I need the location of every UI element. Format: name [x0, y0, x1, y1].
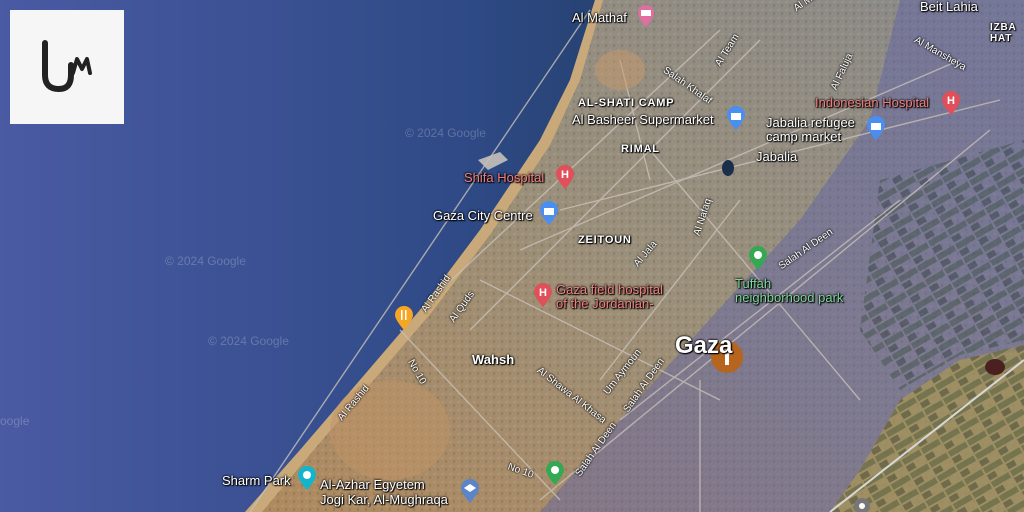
sand-patch: [330, 380, 450, 480]
place-label-jabalia[interactable]: Jabalia: [756, 150, 797, 164]
hospital-pin-icon[interactable]: H: [532, 282, 554, 308]
brand-logo: [42, 40, 92, 93]
museum-pin-icon[interactable]: [636, 4, 656, 28]
map-watermark: © 2024 Google: [208, 334, 289, 348]
place-label-beit-lahia[interactable]: Beit Lahia: [920, 0, 978, 14]
place-label-izbat[interactable]: IZBA HAT: [990, 22, 1017, 44]
place-label-indonesian-hospital[interactable]: Indonesian Hospital: [815, 96, 929, 110]
place-label-al-basheer-supermarket[interactable]: Al Basheer Supermarket: [572, 113, 714, 127]
place-label-jabalia-camp-market[interactable]: Jabalia refugee camp market: [766, 116, 855, 144]
sand-patch-north: [595, 50, 645, 90]
place-label-gaza-city-centre[interactable]: Gaza City Centre: [433, 209, 533, 223]
place-label-al-shati-camp[interactable]: AL-SHATI CAMP: [578, 96, 674, 110]
place-label-zeitoun[interactable]: ZEITOUN: [578, 233, 632, 247]
place-label-sharm-park[interactable]: Sharm Park: [222, 474, 291, 488]
satellite-map[interactable]: [0, 0, 1024, 512]
place-label-gaza[interactable]: Gaza: [675, 333, 732, 359]
place-label-gaza-field-hospital[interactable]: Gaza field hospital of the Jordanian-: [556, 283, 663, 311]
place-label-tuffah-park[interactable]: Tuffah neighborhood park: [735, 277, 843, 305]
park-pin-icon[interactable]: [747, 245, 769, 271]
hospital-pin-icon[interactable]: H: [940, 90, 962, 116]
shopping-pin-icon[interactable]: [725, 105, 747, 131]
water-pond-east: [985, 359, 1005, 375]
restaurant-pin-icon[interactable]: [393, 305, 415, 331]
place-label-al-mathaf[interactable]: Al Mathaf: [572, 11, 627, 25]
map-watermark: © 2024 Google: [165, 254, 246, 268]
park-pin-icon[interactable]: [544, 460, 566, 486]
place-label-rimal[interactable]: RIMAL: [621, 142, 660, 156]
place-label-wahsh[interactable]: Wahsh: [472, 353, 514, 367]
map-watermark: oogle: [0, 414, 30, 428]
svg-text:H: H: [539, 287, 547, 299]
brand-logo-box[interactable]: [10, 10, 124, 124]
water-pond: [722, 160, 734, 176]
map-watermark: © 2024 Google: [405, 126, 486, 140]
svg-text:H: H: [947, 95, 955, 107]
hospital-pin-icon[interactable]: H: [554, 164, 576, 190]
place-pin-icon[interactable]: [852, 496, 872, 512]
shopping-pin-icon[interactable]: [538, 200, 560, 226]
shopping-pin-icon[interactable]: [865, 115, 887, 141]
park-pin-icon[interactable]: [296, 465, 318, 491]
school-pin-icon[interactable]: [459, 478, 481, 504]
place-label-shifa-hospital[interactable]: Shifa Hospital: [464, 171, 544, 185]
svg-text:H: H: [561, 169, 569, 181]
place-label-al-azhar[interactable]: Al-Azhar Egyetem Jogi Kar, Al-Mughraqa: [320, 477, 448, 507]
